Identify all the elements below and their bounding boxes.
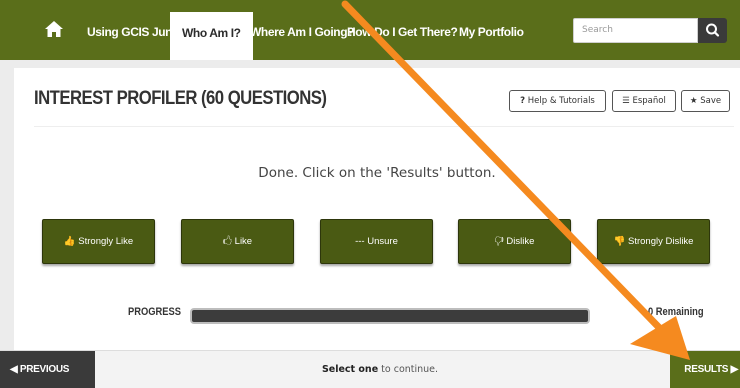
dash-icon: --- <box>355 236 365 247</box>
star-icon: ★ <box>689 96 698 106</box>
answer-label: Dislike <box>506 236 535 247</box>
answer-label: Like <box>234 236 253 247</box>
nav-who-am-i[interactable]: Who Am I? <box>170 12 253 60</box>
answer-unsure-button[interactable]: --- Unsure <box>320 219 433 264</box>
answer-strongly-dislike-button[interactable]: 👎 Strongly Dislike <box>597 219 710 264</box>
page-title: INTEREST PROFILER (60 QUESTIONS) <box>34 88 327 109</box>
hint-bold: Select one <box>321 364 379 375</box>
answer-label: Strongly Like <box>78 236 134 247</box>
help-tutorials-button[interactable]: ? Help & Tutorials <box>509 90 606 112</box>
previous-button[interactable]: ◀ PREVIOUS <box>0 351 95 388</box>
answer-dislike-button[interactable]: 🖓 Dislike <box>458 219 571 264</box>
espanol-button[interactable]: ☰ Español <box>612 90 676 112</box>
help-icon: ? <box>520 96 526 106</box>
remaining-count: 0 Remaining <box>648 306 704 318</box>
thumbs-up-solid-icon: 👍 <box>63 236 76 247</box>
progress-bar <box>190 308 590 324</box>
home-icon[interactable] <box>44 20 64 38</box>
answer-strongly-like-button[interactable]: 👍 Strongly Like <box>42 219 155 264</box>
language-icon: ☰ <box>622 96 630 106</box>
search-input[interactable]: Search <box>573 18 698 43</box>
thumbs-down-outline-icon: 🖓 <box>494 236 504 247</box>
status-message: Done. Click on the 'Results' button. <box>258 165 496 181</box>
profiler-card: INTEREST PROFILER (60 QUESTIONS) ? Help … <box>14 68 740 350</box>
espanol-label: Español <box>632 96 666 106</box>
answer-label: Unsure <box>367 236 398 247</box>
search-button[interactable] <box>698 18 727 43</box>
top-nav: Using GCIS Junior Who Am I? Where Am I G… <box>0 0 740 60</box>
search-icon <box>706 23 720 37</box>
help-tutorials-label: Help & Tutorials <box>527 96 595 106</box>
answer-like-button[interactable]: 🖒 Like <box>181 219 294 264</box>
thumbs-down-solid-icon: 👎 <box>613 236 626 247</box>
footer-bar: Select one to continue. ◀ PREVIOUS RESUL… <box>0 350 740 388</box>
save-label: Save <box>700 96 722 106</box>
selection-hint: Select one to continue. <box>0 351 740 388</box>
nav-my-portfolio[interactable]: My Portfolio <box>459 0 524 60</box>
hint-rest: to continue. <box>378 364 439 375</box>
thumbs-up-outline-icon: 🖒 <box>222 236 233 247</box>
results-button[interactable]: RESULTS ▶ <box>670 351 740 388</box>
nav-where-am-i-going[interactable]: Where Am I Going? <box>250 0 354 60</box>
nav-how-do-i-get-there[interactable]: How Do I Get There? <box>347 0 458 60</box>
answer-label: Strongly Dislike <box>628 236 694 247</box>
save-button[interactable]: ★ Save <box>681 90 730 112</box>
progress-label: PROGRESS <box>128 306 182 318</box>
divider <box>34 126 734 127</box>
